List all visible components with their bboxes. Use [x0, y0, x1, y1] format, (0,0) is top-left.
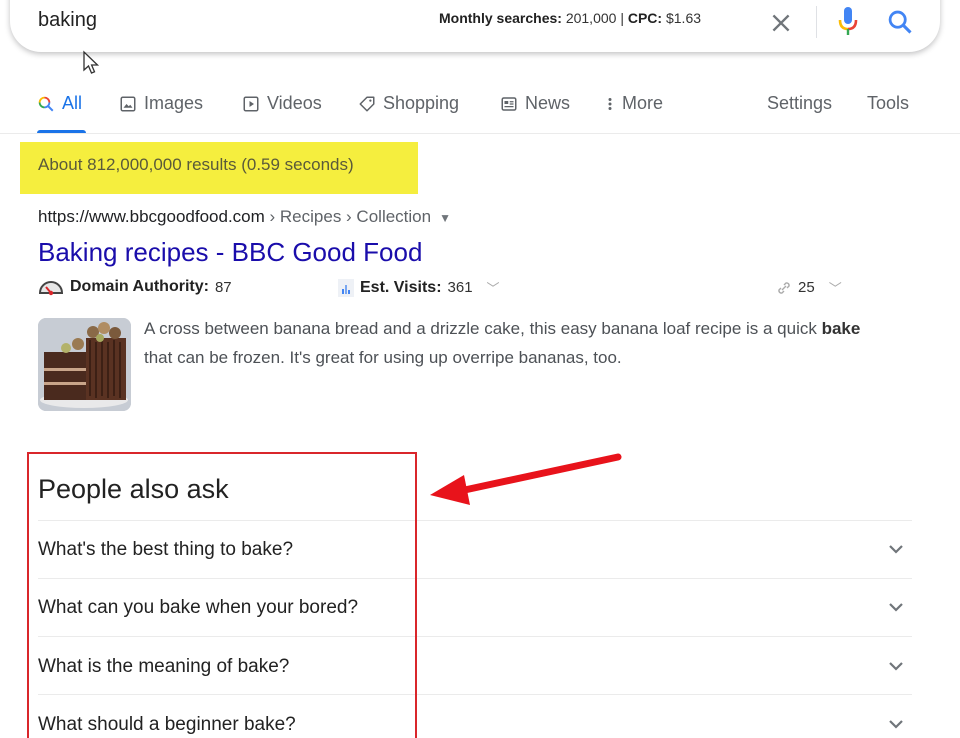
microphone-icon[interactable]: [836, 5, 860, 37]
snippet-keyword: bake: [821, 319, 861, 338]
domain-authority: Domain Authority: 87: [38, 278, 232, 296]
play-icon: [243, 96, 259, 111]
search-bar[interactable]: baking Monthly searches: 201,000 | CPC: …: [10, 0, 940, 52]
tab-settings[interactable]: Settings: [767, 93, 832, 114]
tab-label: Shopping: [383, 93, 460, 113]
tab-all[interactable]: All: [37, 93, 82, 114]
tab-label: Settings: [767, 93, 833, 113]
keyword-metrics: Monthly searches: 201,000 | CPC: $1.63: [439, 10, 701, 26]
tag-icon: [359, 96, 375, 111]
gauge-icon: [38, 281, 64, 296]
est-visits: Est. Visits: 361 ﹀: [338, 278, 500, 297]
cpc-label: CPC:: [627, 10, 663, 26]
cpc-value: $1.63: [665, 10, 702, 26]
monthly-searches-label: Monthly searches:: [439, 10, 562, 26]
chevron-down-icon[interactable]: [884, 537, 908, 561]
active-tab-indicator: [37, 130, 86, 133]
tab-label: Tools: [867, 93, 910, 113]
monthly-searches-value: 201,000: [565, 10, 617, 26]
close-icon[interactable]: [768, 10, 794, 36]
chevron-down-icon[interactable]: [884, 712, 908, 736]
tab-label: All: [62, 93, 83, 113]
result-title-link[interactable]: Baking recipes - BBC Good Food: [38, 237, 422, 268]
snippet-text: A cross between banana bread and a drizz…: [144, 319, 822, 338]
image-icon: [120, 96, 136, 111]
annotation-highlight-box: [27, 452, 417, 738]
search-tabs: All Images Videos Shopping News More Set…: [0, 86, 960, 134]
est-visits-label: Est. Visits:: [360, 278, 442, 296]
metrics-separator: |: [620, 10, 624, 26]
tab-more[interactable]: More: [605, 93, 663, 114]
search-divider: [816, 6, 817, 38]
chevron-down-icon[interactable]: [884, 595, 908, 619]
result-thumbnail[interactable]: [38, 318, 131, 411]
tab-shopping[interactable]: Shopping: [358, 93, 459, 114]
chocolate-cake-image: [38, 318, 131, 411]
domain-authority-label: Domain Authority:: [70, 278, 209, 295]
chart-icon: [338, 278, 354, 297]
news-icon: [501, 96, 517, 111]
est-visits-value: 361: [447, 279, 473, 296]
result-snippet: A cross between banana bread and a drizz…: [144, 314, 864, 372]
mouse-cursor-icon: [83, 50, 100, 74]
result-breadcrumb[interactable]: https://www.bbcgoodfood.com › Recipes › …: [38, 207, 451, 227]
link-icon: [778, 281, 790, 294]
snippet-text: that can be frozen. It's great for using…: [144, 348, 622, 367]
result-breadcrumb-path: › Recipes › Collection: [264, 207, 432, 226]
domain-authority-value: 87: [214, 278, 232, 296]
tab-label: More: [622, 93, 664, 113]
tab-label: Videos: [267, 93, 322, 113]
chevron-down-icon[interactable]: ﹀: [829, 278, 842, 297]
more-vert-icon: [608, 97, 612, 110]
backlinks: 25 ﹀: [776, 278, 842, 297]
backlinks-value: 25: [798, 279, 815, 296]
tab-videos[interactable]: Videos: [242, 93, 322, 114]
search-input[interactable]: baking: [38, 9, 97, 32]
search-icon: [38, 96, 54, 111]
tab-label: News: [525, 93, 571, 113]
chevron-down-icon[interactable]: ﹀: [487, 278, 500, 297]
tab-tools[interactable]: Tools: [867, 93, 909, 114]
chevron-down-icon[interactable]: [884, 654, 908, 678]
result-stats: About 812,000,000 results (0.59 seconds): [38, 155, 354, 174]
result-url: https://www.bbcgoodfood.com: [38, 207, 265, 226]
annotation-arrow-icon: [430, 453, 622, 505]
tab-label: Images: [144, 93, 204, 113]
search-icon[interactable]: [886, 8, 914, 36]
tab-news[interactable]: News: [500, 93, 570, 114]
tab-images[interactable]: Images: [119, 93, 203, 114]
caret-down-icon[interactable]: ▼: [439, 211, 451, 225]
